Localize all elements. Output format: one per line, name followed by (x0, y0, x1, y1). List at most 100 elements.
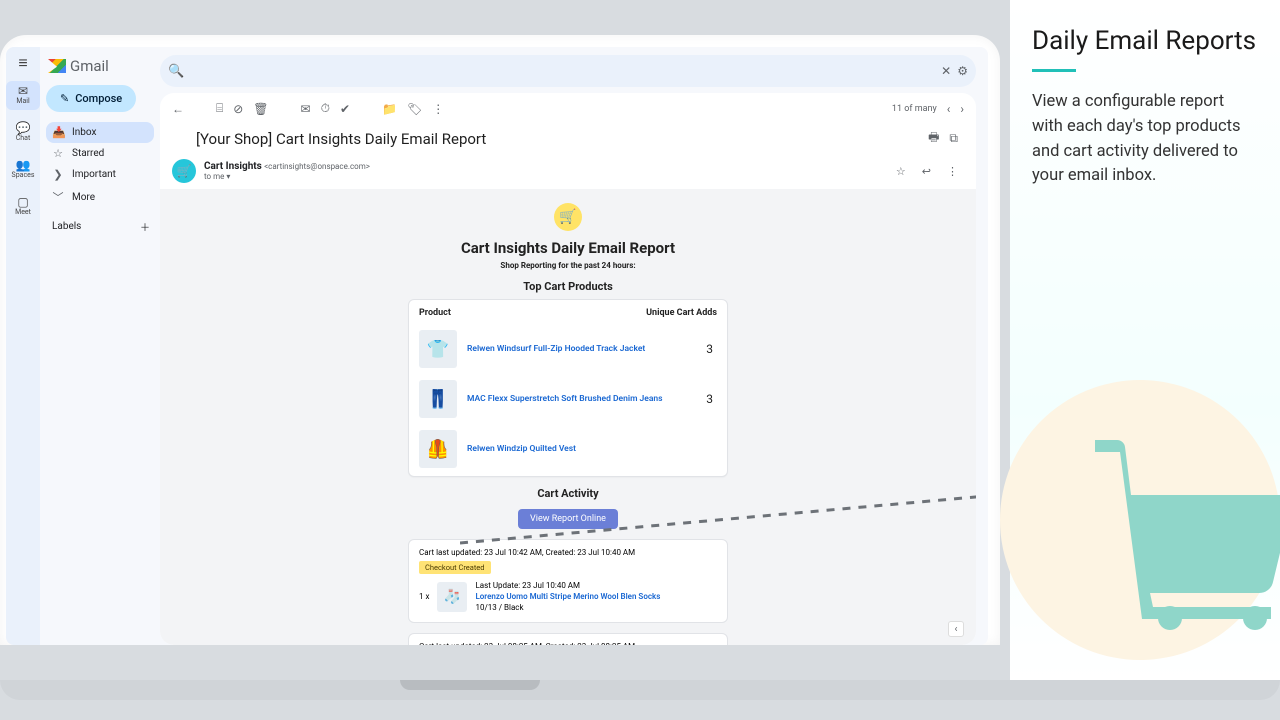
activity-card: Cart last updated: 23 Jul 08:25 AM, Crea… (408, 633, 728, 645)
promo-title: Daily Email Reports (1032, 26, 1258, 57)
activity-update: Last Update: 23 Jul 10:40 AM (475, 580, 660, 591)
sender-info: Cart Insights <cartinsights@onspace.com>… (204, 161, 370, 181)
product-row: 🦺 Relwen Windzip Quilted Vest (409, 426, 727, 476)
important-icon: ❯ (52, 168, 64, 181)
task-icon[interactable]: ✔ (340, 102, 350, 116)
print-icon[interactable]: 🖶 (928, 128, 939, 149)
compose-button[interactable]: ✎ Compose (46, 85, 136, 112)
sender-row: 🛒 Cart Insights <cartinsights@onspace.co… (160, 159, 976, 189)
compose-label: Compose (75, 92, 122, 105)
snooze-icon[interactable]: ⏱ (321, 101, 330, 116)
search-bar[interactable]: 🔍 ✕ ⚙ (160, 55, 976, 87)
message-panel: ← ⌸ ⊘ 🗑 ✉ ⏱ ✔ 📁 🏷 ⋮ 11 of many ‹ (160, 93, 976, 645)
pencil-icon: ✎ (60, 92, 69, 105)
email-body: 🛒 Cart Insights Daily Email Report Shop … (160, 189, 976, 645)
promo-paragraph: View a configurable report with each day… (1032, 90, 1258, 189)
nav-inbox[interactable]: 📥Inbox (46, 122, 154, 143)
activity-card: Cart last updated: 23 Jul 10:42 AM, Crea… (408, 539, 728, 623)
promo-divider (1032, 69, 1076, 72)
nav-more[interactable]: ﹀More (46, 185, 154, 209)
rail-label: Mail (16, 98, 29, 106)
chevron-down-icon: ﹀ (52, 189, 64, 205)
back-icon[interactable]: ← (172, 102, 184, 116)
gmail-logo-text: Gmail (70, 57, 109, 75)
main-column: 🔍 ✕ ⚙ ← ⌸ ⊘ 🗑 ✉ ⏱ ✔ 📁 🏷 (160, 47, 988, 645)
prev-icon[interactable]: ‹ (947, 102, 951, 116)
laptop-notch (400, 680, 540, 690)
top-products-card: Product Unique Cart Adds 👕 Relwen Windsu… (408, 299, 728, 477)
search-icon: 🔍 (168, 64, 184, 79)
delete-icon[interactable]: 🗑 (253, 102, 268, 116)
recipient-dropdown[interactable]: to me ▾ (204, 172, 370, 181)
product-count: 3 (706, 392, 717, 406)
archive-icon[interactable]: ⌸ (216, 101, 223, 116)
pagination-counter: 11 of many (892, 104, 937, 114)
cart-activity-header: Cart Activity (174, 487, 962, 500)
meet-icon: ▢ (17, 196, 28, 209)
product-count: 3 (706, 342, 717, 356)
product-thumb: 👖 (419, 380, 457, 418)
rail-mail[interactable]: ✉ Mail (6, 81, 40, 110)
inbox-icon: 📥 (52, 126, 64, 139)
product-thumb: 🧦 (437, 582, 467, 612)
subject-row: [Your Shop] Cart Insights Daily Email Re… (160, 124, 976, 159)
rail-label: Chat (16, 135, 31, 143)
product-link[interactable]: Relwen Windsurf Full-Zip Hooded Track Ja… (467, 344, 696, 354)
activity-meta: Cart last updated: 23 Jul 08:25 AM, Crea… (419, 642, 717, 645)
promo-illustration (1020, 380, 1280, 660)
star-message-icon[interactable]: ☆ (896, 165, 906, 178)
show-trimmed-icon[interactable]: ‹ (948, 621, 964, 637)
activity-qty: 1 x (419, 592, 429, 601)
rail-meet[interactable]: ▢ Meet (6, 192, 40, 221)
email-subtitle: Shop Reporting for the past 24 hours: (174, 261, 962, 270)
rail-spaces[interactable]: 👥 Spaces (6, 155, 40, 184)
message-toolbar: ← ⌸ ⊘ 🗑 ✉ ⏱ ✔ 📁 🏷 ⋮ 11 of many ‹ (160, 93, 976, 124)
add-label-button[interactable]: ＋ (140, 219, 150, 234)
col-adds: Unique Cart Adds (646, 308, 717, 318)
product-link[interactable]: Lorenzo Uomo Multi Stripe Merino Wool Bl… (475, 592, 660, 601)
view-report-button[interactable]: View Report Online (518, 509, 618, 529)
clear-search-icon[interactable]: ✕ (941, 64, 951, 78)
menu-icon[interactable]: ≡ (18, 53, 27, 73)
col-product: Product (419, 308, 451, 318)
reply-icon[interactable]: ↩ (922, 165, 931, 178)
product-thumb: 👕 (419, 330, 457, 368)
activity-variant: 10/13 / Black (475, 602, 660, 613)
product-thumb: 🦺 (419, 430, 457, 468)
search-input[interactable] (190, 64, 935, 78)
laptop-base (0, 680, 1280, 700)
folder-nav: 📥Inbox ☆Starred ❯Important ﹀More (46, 122, 154, 209)
gmail-app: ≡ ✉ Mail 💬 Chat 👥 Spaces ▢ Meet Gmail (6, 47, 988, 645)
more-icon[interactable]: ⋮ (432, 102, 444, 116)
product-row: 👖 MAC Flexx Superstretch Soft Brushed De… (409, 376, 727, 426)
label-icon[interactable]: 🏷 (407, 102, 422, 116)
product-link[interactable]: MAC Flexx Superstretch Soft Brushed Deni… (467, 394, 696, 404)
rail-chat[interactable]: 💬 Chat (6, 118, 40, 147)
laptop-frame: ≡ ✉ Mail 💬 Chat 👥 Spaces ▢ Meet Gmail (0, 35, 1000, 645)
labels-header: Labels ＋ (46, 209, 154, 234)
app-rail: ≡ ✉ Mail 💬 Chat 👥 Spaces ▢ Meet (6, 47, 40, 645)
product-row: 👕 Relwen Windsurf Full-Zip Hooded Track … (409, 326, 727, 376)
rail-label: Meet (15, 209, 31, 217)
nav-starred[interactable]: ☆Starred (46, 143, 154, 164)
activity-meta: Cart last updated: 23 Jul 10:42 AM, Crea… (419, 548, 717, 557)
product-link[interactable]: Relwen Windzip Quilted Vest (467, 444, 703, 454)
spam-icon[interactable]: ⊘ (233, 102, 243, 116)
search-options-icon[interactable]: ⚙ (957, 64, 968, 78)
message-more-icon[interactable]: ⋮ (947, 165, 958, 178)
newwindow-icon[interactable]: ⧉ (949, 131, 958, 146)
next-icon[interactable]: › (960, 102, 964, 116)
avatar: 🛒 (172, 159, 196, 183)
gmail-logo[interactable]: Gmail (46, 55, 154, 85)
mark-unread-icon[interactable]: ✉ (301, 102, 311, 116)
spaces-icon: 👥 (16, 159, 31, 172)
sidebar: Gmail ✎ Compose 📥Inbox ☆Starred ❯Importa… (40, 47, 160, 645)
rail-label: Spaces (12, 172, 35, 180)
gmail-logo-icon (48, 59, 66, 73)
nav-important[interactable]: ❯Important (46, 164, 154, 185)
email-title: Cart Insights Daily Email Report (174, 239, 962, 257)
status-badge: Checkout Created (419, 561, 491, 574)
subject-text: [Your Shop] Cart Insights Daily Email Re… (196, 130, 486, 148)
app-logo-icon: 🛒 (554, 203, 582, 231)
move-icon[interactable]: 📁 (382, 102, 397, 116)
